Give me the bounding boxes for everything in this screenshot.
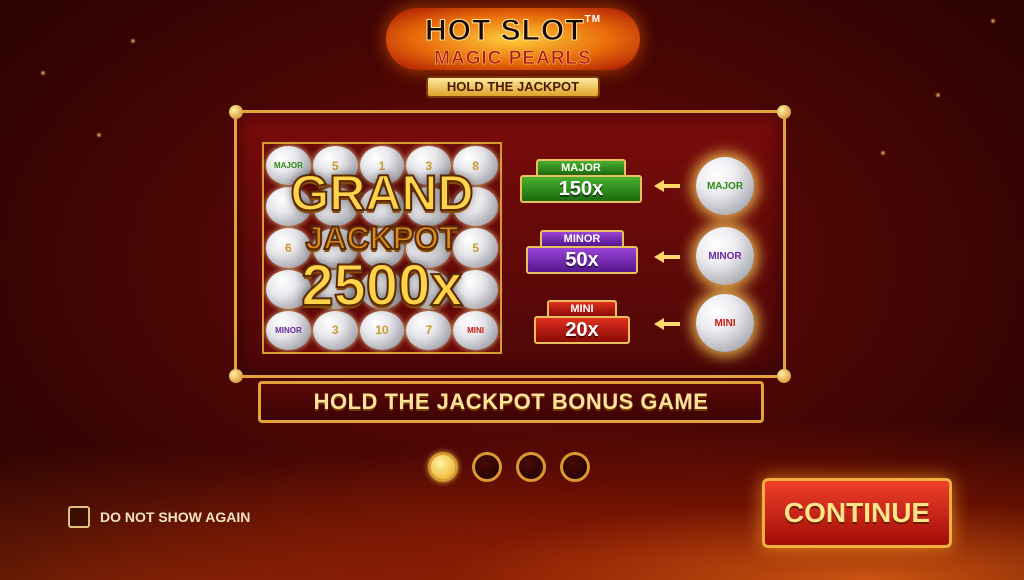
spark-decoration <box>880 150 886 156</box>
continue-button[interactable]: CONTINUE <box>762 478 952 548</box>
grid-pearl <box>406 187 452 227</box>
grid-pearl <box>406 228 452 268</box>
grid-pearl <box>312 228 358 268</box>
mini-plaque-value: 20x <box>534 316 630 344</box>
page-dot-1[interactable] <box>428 452 458 482</box>
page-dot-2[interactable] <box>472 452 502 482</box>
major-pearl: MAJOR <box>696 157 754 215</box>
trademark-mark: TM <box>584 14 602 25</box>
grid-pearl <box>359 269 405 309</box>
spark-decoration <box>990 18 996 24</box>
logo-subtitle: MAGIC PEARLS <box>434 48 592 70</box>
do-not-show-again-toggle[interactable]: DO NOT SHOW AGAIN <box>68 506 250 528</box>
grid-pearl: MINI <box>453 310 498 350</box>
mini-plaque-tab: MINI <box>547 300 617 316</box>
grid-pearl: MINOR <box>266 310 311 350</box>
grid-pearl <box>312 187 358 227</box>
bonus-game-banner: HOLD THE JACKPOT BONUS GAME <box>258 381 764 423</box>
major-plaque-tab: MAJOR <box>536 159 626 175</box>
arrow-left-icon <box>654 318 680 330</box>
page-dot-3[interactable] <box>516 452 546 482</box>
spark-decoration <box>935 92 941 98</box>
grid-pearl: 7 <box>406 310 452 350</box>
logo-title: HOT SLOTTM <box>386 14 640 48</box>
spark-decoration <box>40 70 46 76</box>
page-dot-4[interactable] <box>560 452 590 482</box>
mini-jackpot-plaque: MINI 20x <box>534 300 630 344</box>
grid-pearl: 1 <box>359 146 405 186</box>
grid-pearl <box>266 269 311 309</box>
grid-pearl <box>359 187 405 227</box>
grid-pearl <box>453 187 498 227</box>
corner-ornament <box>229 369 243 383</box>
corner-ornament <box>777 369 791 383</box>
game-logo: HOT SLOTTM MAGIC PEARLS HOLD THE JACKPOT <box>386 6 640 98</box>
mini-pearl: MINI <box>696 294 754 352</box>
arrow-left-icon <box>654 251 680 263</box>
grid-pearl <box>453 269 498 309</box>
grid-pearl: 6 <box>266 228 311 268</box>
do-not-show-again-checkbox[interactable] <box>68 506 90 528</box>
spark-decoration <box>130 38 136 44</box>
minor-plaque-tab: MINOR <box>540 230 624 246</box>
spark-decoration <box>96 132 102 138</box>
grid-pearl <box>312 269 358 309</box>
grid-pearl <box>266 187 311 227</box>
grid-pearl <box>406 269 452 309</box>
grid-pearl: 5 <box>453 228 498 268</box>
logo-title-text: HOT SLOT <box>424 14 585 48</box>
minor-pearl: MINOR <box>696 227 754 285</box>
reel-grid: MAJOR 5 1 3 8 6 5 MINOR 3 10 7 MINI <box>262 142 502 354</box>
corner-ornament <box>777 105 791 119</box>
grid-pearl: 8 <box>453 146 498 186</box>
minor-plaque-value: 50x <box>526 246 638 274</box>
grid-pearl: MAJOR <box>266 146 311 186</box>
major-plaque-value: 150x <box>520 175 642 203</box>
minor-jackpot-plaque: MINOR 50x <box>526 230 638 274</box>
grid-pearl: 10 <box>359 310 405 350</box>
major-jackpot-plaque: MAJOR 150x <box>520 159 642 203</box>
logo-ribbon: HOLD THE JACKPOT <box>426 76 600 98</box>
grid-pearl: 5 <box>312 146 358 186</box>
page-indicator <box>428 452 596 482</box>
corner-ornament <box>229 105 243 119</box>
grid-pearl: 3 <box>406 146 452 186</box>
arrow-left-icon <box>654 180 680 192</box>
grid-pearl: 3 <box>312 310 358 350</box>
do-not-show-again-label: DO NOT SHOW AGAIN <box>100 509 251 525</box>
grid-pearl <box>359 228 405 268</box>
